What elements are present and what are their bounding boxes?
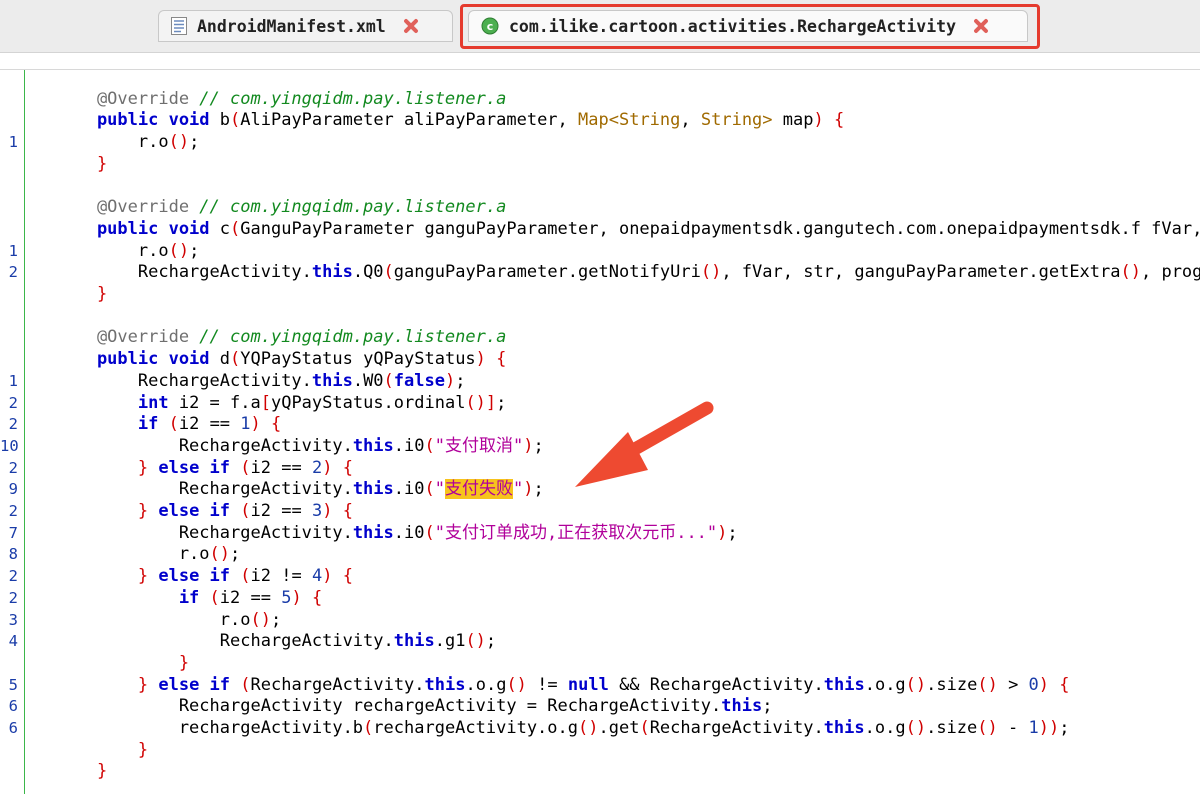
red-arrow-annotation xyxy=(575,401,714,487)
